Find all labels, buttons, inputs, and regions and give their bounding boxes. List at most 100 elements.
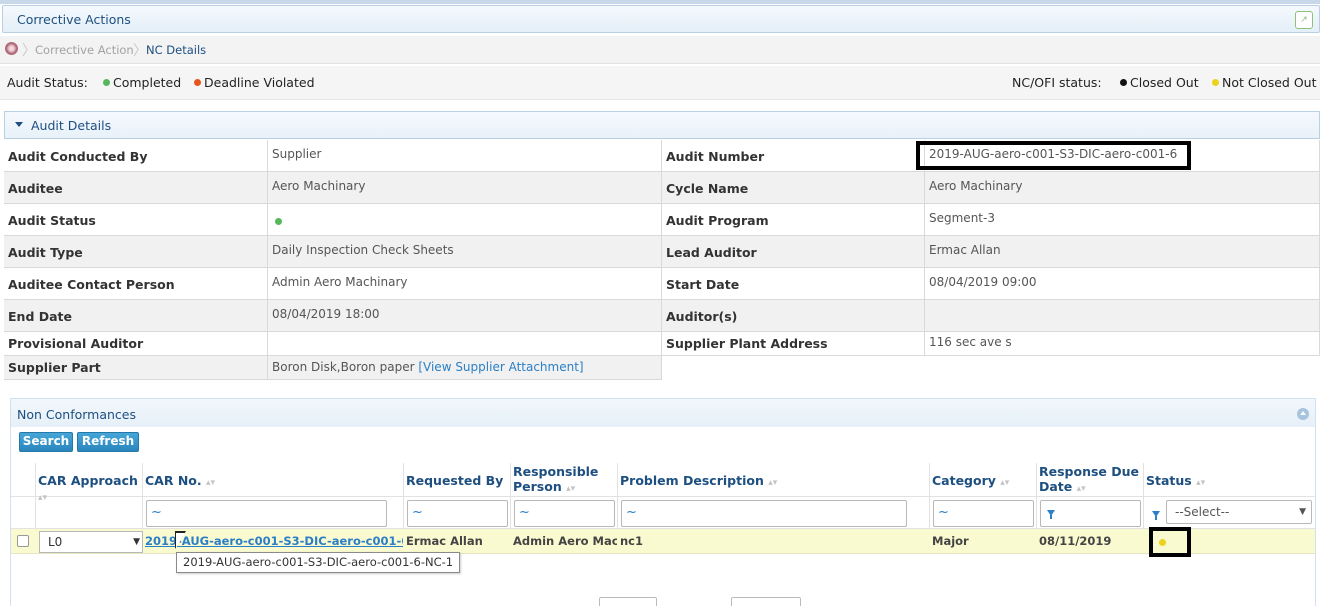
detail-row: Audit Status Audit Program Segment-3 bbox=[4, 204, 1320, 236]
table-row[interactable]: L0 ▼ 2019-AUG-aero-c001-S3-DIC-aero-c001… bbox=[11, 529, 1315, 554]
grid-header-car-approach[interactable]: CAR Approach ▴▾ bbox=[36, 463, 143, 503]
due-date-header-line1: Response Due bbox=[1039, 464, 1139, 479]
detail-value: Supplier bbox=[272, 147, 322, 161]
audit-details-toggle[interactable]: Audit Details bbox=[4, 111, 1320, 139]
grid-header-select bbox=[11, 463, 36, 497]
breadcrumb-separator: 〉 bbox=[133, 43, 147, 59]
status-filter-select[interactable]: --Select-- ▼ bbox=[1166, 500, 1312, 524]
home-icon[interactable] bbox=[5, 42, 18, 55]
due-date-filter-input[interactable] bbox=[1040, 500, 1141, 527]
detail-label: Supplier Plant Address bbox=[666, 336, 828, 351]
car-approach-select[interactable]: L0 ▼ bbox=[39, 531, 143, 553]
black-dot-icon bbox=[1120, 79, 1127, 86]
grid-header-car-no[interactable]: CAR No. ▴▾ bbox=[143, 463, 404, 497]
grid-header-requested-by[interactable]: Requested By bbox=[404, 463, 511, 497]
status-header-label: Status bbox=[1146, 473, 1192, 488]
category-filter-input[interactable]: ~ bbox=[933, 500, 1034, 527]
page-number-input[interactable] bbox=[599, 597, 657, 606]
grid-header-problem-description[interactable]: Problem Description ▴▾ bbox=[618, 463, 930, 497]
page-size-select[interactable] bbox=[731, 597, 801, 606]
orange-dot-icon bbox=[194, 79, 201, 86]
sort-icon: ▴▾ bbox=[1000, 478, 1010, 488]
breadcrumb-corrective-action[interactable]: Corrective Action bbox=[35, 43, 134, 57]
filter-cell-empty bbox=[11, 497, 36, 529]
legend-deadline-violated: Deadline Violated bbox=[194, 75, 315, 90]
grid-header-category[interactable]: Category ▴▾ bbox=[930, 463, 1037, 497]
responsible-header: Responsible Person ▴▾ bbox=[513, 464, 598, 497]
status-legend: Audit Status: Completed Deadline Violate… bbox=[0, 66, 1320, 100]
breadcrumb: 〉 Corrective Action 〉 NC Details bbox=[0, 36, 1320, 64]
car-approach-value: L0 bbox=[48, 535, 63, 549]
legend-closed-out-label: Closed Out bbox=[1130, 75, 1199, 90]
category-cell: Major bbox=[932, 534, 969, 548]
filter-cell-empty bbox=[36, 497, 143, 529]
chevron-down-icon: ▼ bbox=[133, 537, 140, 547]
page-title: Corrective Actions bbox=[17, 12, 131, 27]
detail-value: Ermac Allan bbox=[929, 243, 1001, 257]
audit-status-label: Audit Status: bbox=[7, 75, 88, 90]
detail-label: Audit Conducted By bbox=[8, 149, 148, 164]
legend-not-closed-out: Not Closed Out bbox=[1212, 75, 1317, 90]
row-checkbox[interactable] bbox=[17, 535, 29, 547]
popout-icon[interactable]: ↗ bbox=[1295, 11, 1313, 29]
supplier-part-text: Boron Disk,Boron paper bbox=[272, 360, 415, 374]
breadcrumb-separator: 〉 bbox=[22, 43, 36, 59]
non-conformances-title: Non Conformances bbox=[17, 407, 136, 422]
detail-value: Admin Aero Machinary bbox=[272, 275, 408, 289]
detail-row: Provisional Auditor Supplier Plant Addre… bbox=[4, 332, 1320, 356]
grid-header-responsible-person[interactable]: Responsible Person ▴▾ bbox=[511, 463, 618, 497]
legend-completed-label: Completed bbox=[113, 75, 182, 90]
page-header: Corrective Actions ↗ bbox=[2, 5, 1320, 33]
chevron-down-icon: ▼ bbox=[1299, 507, 1306, 517]
refresh-button[interactable]: Refresh bbox=[77, 432, 139, 452]
detail-label: Audit Type bbox=[8, 245, 83, 260]
view-supplier-attachment-link[interactable]: [View Supplier Attachment] bbox=[418, 360, 583, 374]
responsible-cell: Admin Aero Machinary bbox=[513, 534, 617, 548]
sort-icon: ▴▾ bbox=[566, 484, 576, 494]
detail-label: Supplier Part bbox=[8, 360, 101, 375]
detail-label: Provisional Auditor bbox=[8, 336, 144, 351]
filter-cell bbox=[1037, 497, 1144, 529]
requested-by-filter-input[interactable]: ~ bbox=[407, 500, 508, 527]
detail-value: 116 sec ave s bbox=[929, 335, 1012, 349]
legend-completed: Completed bbox=[103, 75, 181, 90]
sort-icon: ▴▾ bbox=[768, 478, 778, 488]
grid-header-response-due-date[interactable]: Response Due Date ▴▾ bbox=[1037, 463, 1144, 497]
due-date-header-line2: Date bbox=[1039, 479, 1073, 494]
detail-value: Aero Machinary bbox=[272, 179, 366, 193]
status-header: Status ▴▾ bbox=[1146, 473, 1205, 491]
filter-funnel-icon[interactable] bbox=[1152, 511, 1160, 520]
detail-row: Auditee Contact Person Admin Aero Machin… bbox=[4, 268, 1320, 300]
responsible-filter-input[interactable]: ~ bbox=[514, 500, 615, 527]
problem-header: Problem Description ▴▾ bbox=[620, 473, 777, 491]
collapse-icon[interactable] bbox=[1297, 408, 1309, 420]
detail-label: Auditee Contact Person bbox=[8, 277, 175, 292]
requested-by-header: Requested By bbox=[406, 473, 503, 488]
responsible-header-line1: Responsible bbox=[513, 464, 599, 479]
detail-label: Auditor(s) bbox=[666, 309, 738, 324]
filter-cell: --Select-- ▼ bbox=[1144, 497, 1315, 529]
filter-cell: ~ bbox=[404, 497, 511, 529]
highlight-box-status bbox=[1149, 527, 1191, 557]
status-filter-select-value: --Select-- bbox=[1175, 505, 1230, 519]
car-no-tooltip: 2019-AUG-aero-c001-S3-DIC-aero-c001-6-NC… bbox=[176, 552, 461, 573]
mouse-cursor-fill bbox=[176, 533, 185, 548]
filter-cell: ~ bbox=[143, 497, 404, 529]
requested-by-cell: Ermac Allan bbox=[406, 534, 483, 548]
sort-icon: ▴▾ bbox=[1076, 484, 1086, 494]
grid-header-status[interactable]: Status ▴▾ bbox=[1144, 463, 1315, 497]
car-no-filter-input[interactable]: ~ bbox=[146, 500, 387, 527]
legend-not-closed-out-label: Not Closed Out bbox=[1222, 75, 1317, 90]
detail-value: Aero Machinary bbox=[929, 179, 1023, 193]
yellow-dot-icon bbox=[1212, 79, 1219, 86]
car-no-header: CAR No. ▴▾ bbox=[145, 473, 215, 491]
search-button[interactable]: Search bbox=[19, 432, 73, 452]
detail-label: End Date bbox=[8, 309, 73, 324]
supplier-part-value: Boron Disk,Boron paper [View Supplier At… bbox=[272, 360, 584, 374]
non-conformances-header: Non Conformances bbox=[11, 399, 1315, 427]
sort-icon: ▴▾ bbox=[1196, 478, 1206, 488]
breadcrumb-nc-details: NC Details bbox=[146, 43, 207, 57]
detail-row: Auditee Aero Machinary Cycle Name Aero M… bbox=[4, 172, 1320, 204]
problem-filter-input[interactable]: ~ bbox=[621, 500, 907, 527]
filter-funnel-icon bbox=[1047, 510, 1055, 519]
